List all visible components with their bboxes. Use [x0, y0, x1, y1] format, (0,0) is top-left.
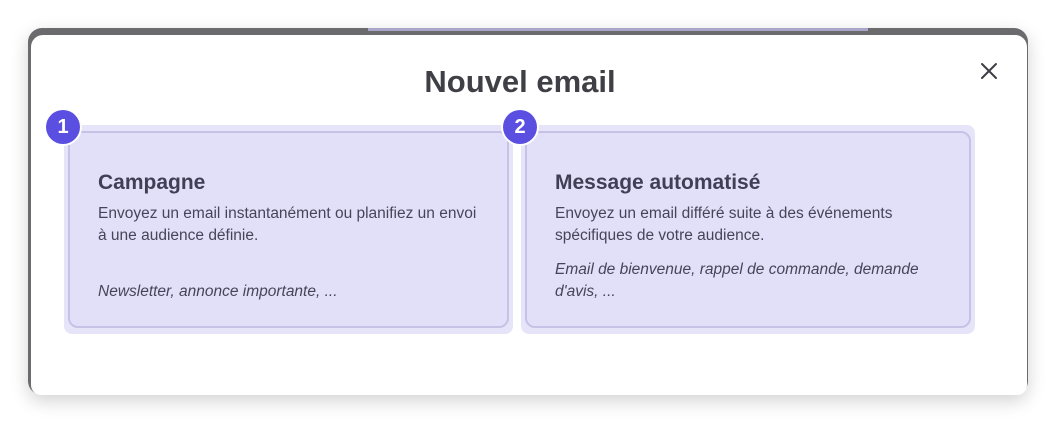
dialog-title: Nouvel email — [424, 64, 616, 99]
close-icon — [981, 63, 997, 79]
background-divider — [368, 28, 868, 31]
option-campaign-example: Newsletter, annonce importante, ... — [98, 283, 338, 300]
step-badge-1: 1 — [46, 110, 80, 144]
option-campaign-card[interactable]: Campagne Envoyez un email instantanément… — [68, 131, 509, 328]
option-automated-wrapper: Message automatisé Envoyez un email diff… — [521, 125, 975, 334]
option-automated-example: Email de bienvenue, rappel de commande, … — [555, 261, 919, 300]
option-campaign-title: Campagne — [98, 171, 206, 194]
option-campaign-wrapper: Campagne Envoyez un email instantanément… — [64, 125, 513, 334]
option-automated-title: Message automatisé — [555, 171, 761, 194]
option-automated-description: Envoyez un email différé suite à des évé… — [555, 205, 893, 244]
option-campaign-description: Envoyez un email instantanément ou plani… — [98, 205, 477, 244]
step-badge-2: 2 — [503, 110, 537, 144]
close-button[interactable] — [975, 57, 1003, 85]
option-automated-card[interactable]: Message automatisé Envoyez un email diff… — [525, 131, 971, 328]
